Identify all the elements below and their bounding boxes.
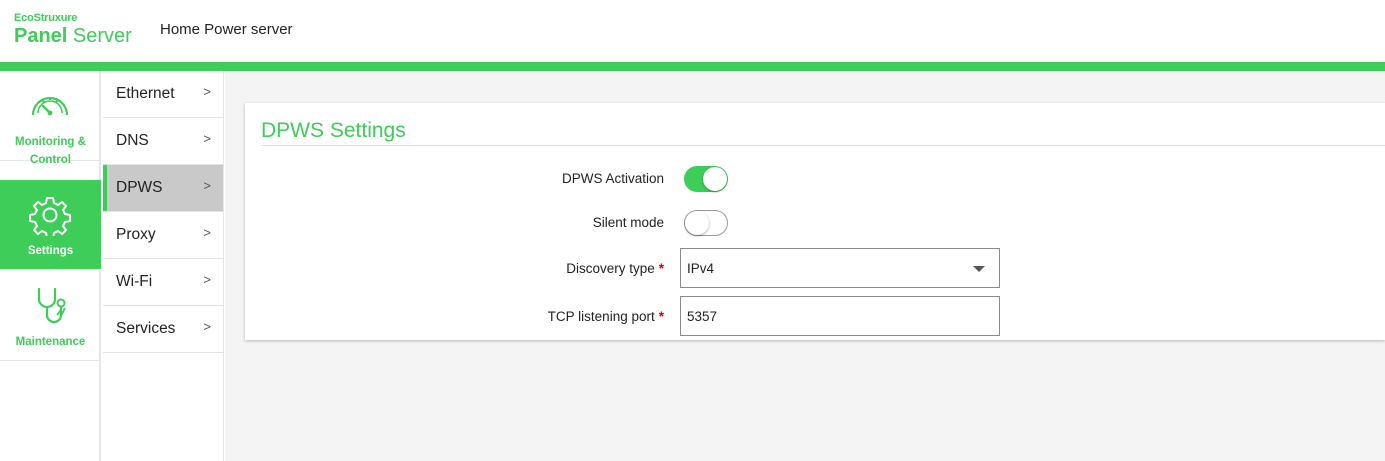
nav-maintenance[interactable]: Maintenance [0, 271, 101, 361]
submenu-item-label: Wi-Fi [116, 273, 153, 290]
discovery-type-label-text: Discovery type [566, 261, 655, 276]
chevron-right-icon: > [203, 178, 211, 193]
nav-settings-label: Settings [27, 245, 74, 257]
settings-submenu: Ethernet > DNS > DPWS > Proxy > Wi-Fi > … [103, 71, 224, 461]
tcp-port-label-text: TCP listening port [547, 309, 655, 324]
app-title: Home Power server [160, 21, 293, 38]
chevron-right-icon: > [203, 84, 211, 99]
brand-main-rest: Server [72, 25, 132, 47]
brand-top: EcoStruxure [14, 12, 78, 24]
submenu-item-label: Services [116, 320, 176, 337]
submenu-item-label: DNS [116, 132, 149, 149]
submenu-item-label: Ethernet [116, 85, 175, 102]
dpws-activation-toggle[interactable] [684, 166, 728, 192]
nav-monitoring-label-2: Control [30, 154, 71, 166]
tcp-port-label: TCP listening port * [548, 309, 664, 324]
tcp-port-value: 5357 [687, 309, 718, 324]
stethoscope-icon [37, 287, 66, 324]
tcp-port-input[interactable]: 5357 [680, 296, 1000, 336]
nav-monitoring-label-1: Monitoring & [15, 136, 86, 148]
brand-logo: EcoStruxure Panel Server [14, 12, 132, 48]
gauge-icon [31, 96, 69, 116]
brand-main: Panel Server [14, 24, 132, 48]
submenu-item-dpws[interactable]: DPWS > [103, 165, 223, 212]
submenu-item-label: DPWS [116, 179, 163, 196]
silent-mode-toggle[interactable] [684, 210, 728, 236]
main-content: DPWS Settings DPWS Activation Silent mod… [225, 71, 1385, 461]
nav-maintenance-label: Maintenance [15, 336, 86, 348]
app-header: EcoStruxure Panel Server Home Power serv… [0, 0, 1385, 62]
toggle-knob [685, 211, 709, 235]
dpws-settings-card: DPWS Settings DPWS Activation Silent mod… [245, 103, 1385, 340]
discovery-type-value: IPv4 [687, 261, 715, 276]
submenu-item-wifi[interactable]: Wi-Fi > [103, 259, 223, 306]
brand-main-bold: Panel [14, 25, 68, 47]
required-mark: * [658, 261, 664, 276]
submenu-item-label: Proxy [116, 226, 156, 243]
submenu-item-proxy[interactable]: Proxy > [103, 212, 223, 259]
nav-monitoring-control[interactable]: Monitoring & Control [0, 71, 101, 166]
submenu-item-services[interactable]: Services > [103, 306, 223, 353]
main-nav-rail: Monitoring & Control Settings Maintenanc… [0, 71, 101, 461]
gear-icon [29, 197, 71, 236]
submenu-item-ethernet[interactable]: Ethernet > [103, 71, 223, 118]
nav-settings[interactable]: Settings [0, 180, 101, 270]
dpws-activation-label: DPWS Activation [561, 171, 664, 186]
discovery-type-select[interactable]: IPv4 [680, 248, 1000, 288]
submenu-item-dns[interactable]: DNS > [103, 118, 223, 165]
card-title: DPWS Settings [261, 119, 406, 142]
chevron-right-icon: > [203, 225, 211, 240]
toggle-knob [703, 167, 727, 191]
chevron-right-icon: > [203, 272, 211, 287]
required-mark: * [658, 309, 664, 324]
discovery-type-label: Discovery type * [566, 261, 664, 276]
chevron-right-icon: > [203, 131, 211, 146]
dropdown-caret-icon [973, 266, 985, 272]
title-divider [261, 145, 1385, 146]
header-accent-bar [0, 62, 1385, 71]
chevron-right-icon: > [203, 319, 211, 334]
silent-mode-label: Silent mode [592, 215, 664, 230]
